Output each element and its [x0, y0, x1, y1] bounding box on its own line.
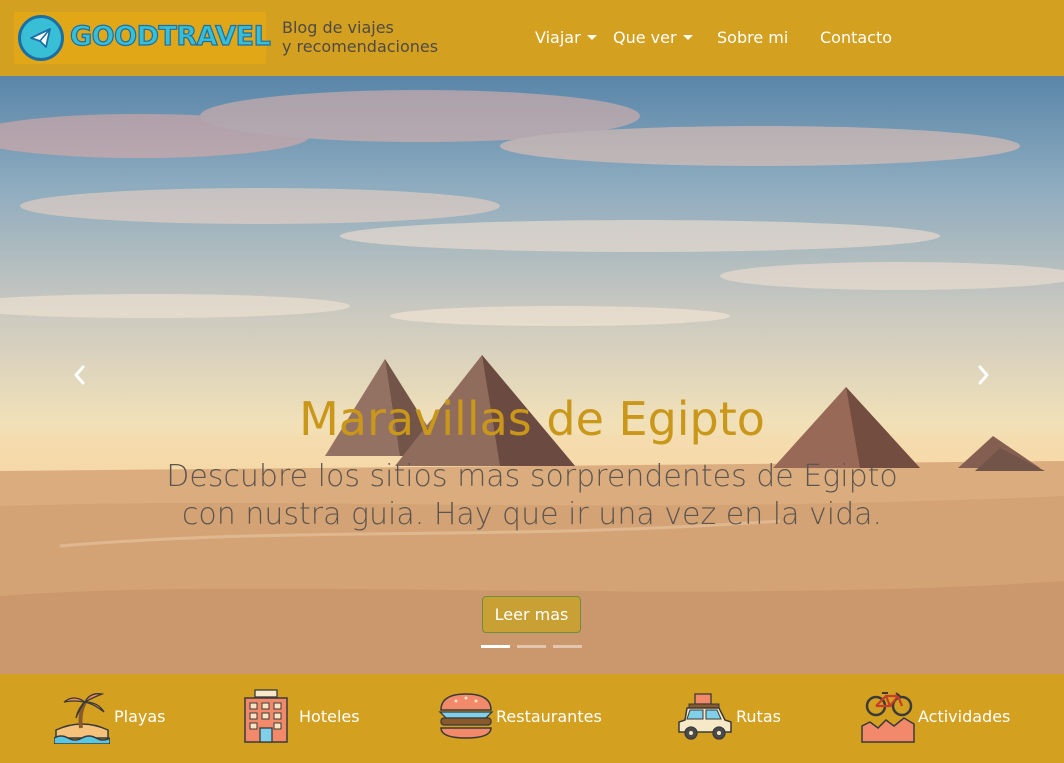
category-bar: Playas Hoteles Restaurantes Rutas Activi… — [0, 674, 1064, 763]
category-label: Rutas — [736, 707, 781, 726]
beach-island-icon — [54, 693, 110, 744]
category-actividades[interactable]: Actividades — [860, 688, 1020, 748]
read-more-button[interactable]: Leer mas — [482, 596, 581, 633]
category-label: Hoteles — [299, 707, 360, 726]
category-label: Actividades — [918, 707, 1011, 726]
category-label: Restaurantes — [496, 707, 602, 726]
hero-description: Descubre los sitios mas sorprendentes de… — [166, 459, 898, 532]
tagline-line-2: y recomendaciones — [282, 37, 439, 56]
paper-plane-icon — [18, 15, 64, 61]
nav-item-label: Contacto — [820, 28, 893, 47]
tagline-line-1: Blog de viajes — [282, 18, 394, 37]
chevron-down-icon — [586, 35, 597, 40]
nav-item-label: Que ver — [613, 28, 677, 47]
carousel-indicator-3[interactable] — [553, 645, 582, 648]
category-rutas[interactable]: Rutas — [677, 688, 787, 748]
nav-item-label: Sobre mi — [717, 28, 789, 47]
category-playas[interactable]: Playas — [54, 688, 174, 748]
hotel-building-icon — [244, 689, 288, 743]
hero-carousel: Maravillas de Egipto Descubre los sitios… — [0, 76, 1064, 674]
hero-title: Maravillas de Egipto — [299, 392, 765, 446]
brand-logo[interactable]: GOODTRAVEL — [14, 12, 271, 64]
chevron-left-icon[interactable] — [69, 364, 91, 386]
car-luggage-icon — [678, 693, 732, 740]
chevron-right-icon[interactable] — [972, 364, 994, 386]
brand-tagline: Blog de viajes y recomendaciones — [282, 18, 438, 56]
carousel-indicator-1[interactable] — [481, 645, 510, 648]
carousel-indicator-2[interactable] — [517, 645, 546, 648]
category-hoteles[interactable]: Hoteles — [241, 688, 371, 748]
hero-background-image — [0, 76, 1064, 674]
nav-item-viajar[interactable]: Viajar — [535, 28, 597, 47]
nav-item-contacto[interactable]: Contacto — [820, 28, 892, 47]
bicycle-icon — [861, 692, 915, 743]
category-restaurantes[interactable]: Restaurantes — [438, 688, 608, 748]
nav-item-que-ver[interactable]: Que ver — [613, 28, 693, 47]
navbar: GOODTRAVEL Blog de viajes y recomendacio… — [0, 0, 1064, 76]
category-label: Playas — [114, 707, 166, 726]
brand-name: GOODTRAVEL — [69, 20, 271, 52]
burger-icon — [438, 693, 494, 739]
chevron-down-icon — [682, 35, 693, 40]
nav-item-sobre-mi[interactable]: Sobre mi — [717, 28, 788, 47]
nav-item-label: Viajar — [535, 28, 581, 47]
